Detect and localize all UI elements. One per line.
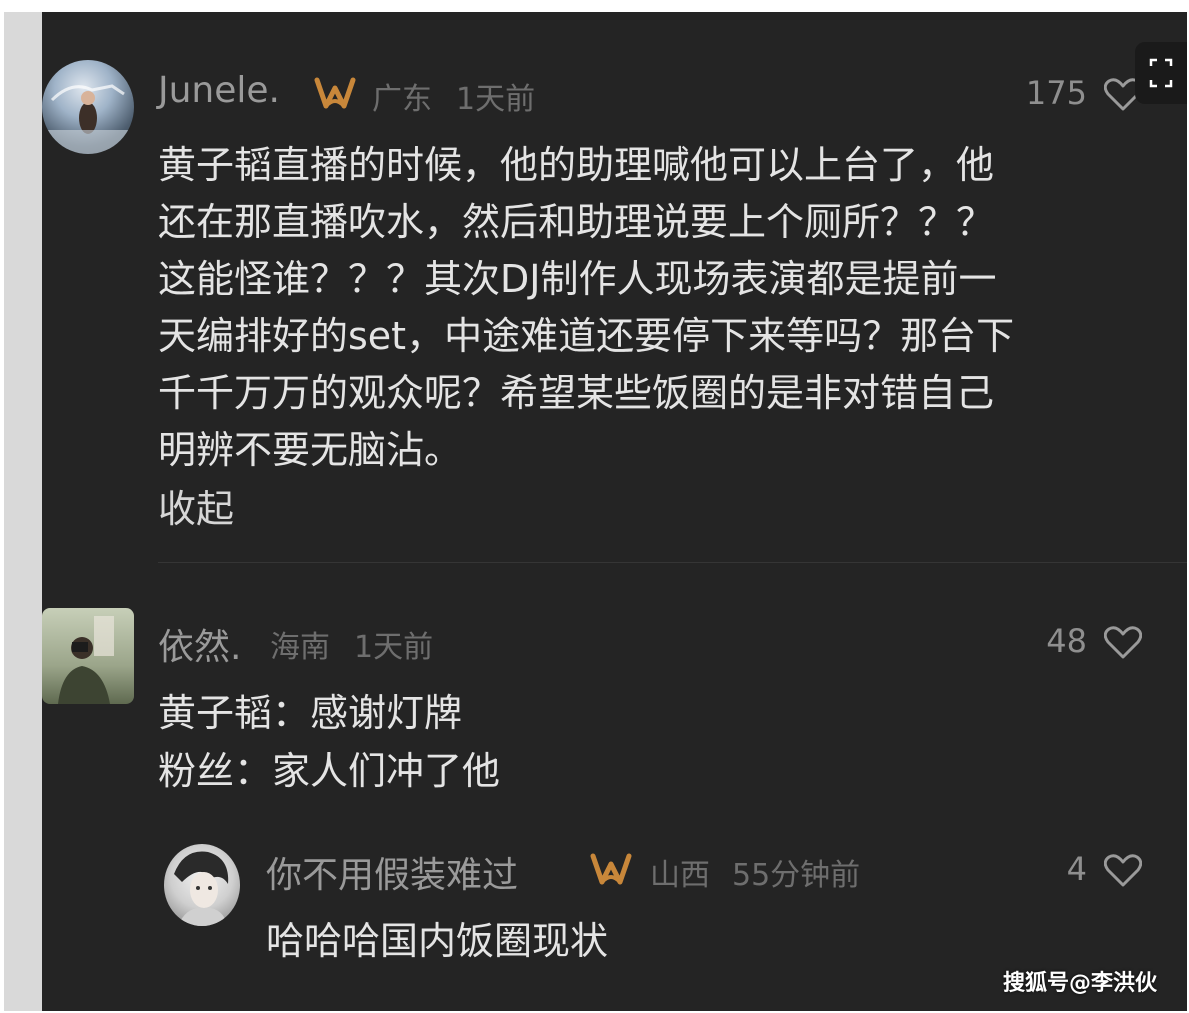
timestamp: 1天前 bbox=[456, 82, 536, 117]
like-count: 175 bbox=[1025, 74, 1087, 112]
avatar[interactable] bbox=[164, 844, 240, 926]
timestamp: 55分钟前 bbox=[732, 858, 861, 893]
divider bbox=[158, 562, 1187, 563]
comment-screenshot: Junele. 广东 1天前 175 黄子韬直播的时候，他的助理喊他可以上台了，… bbox=[4, 12, 1187, 1011]
like-count: 48 bbox=[1046, 622, 1087, 660]
location: 山西 bbox=[650, 858, 710, 893]
comment-line: 黄子韬：感谢灯牌 bbox=[158, 691, 463, 735]
location: 广东 bbox=[372, 82, 432, 117]
fullscreen-icon bbox=[1149, 58, 1173, 88]
comment-line: 这能怪谁？？？其次DJ制作人现场表演都是提前一 bbox=[158, 257, 997, 301]
comment-line: 千千万万的观众呢？希望某些饭圈的是非对错自己 bbox=[158, 371, 995, 415]
collapse-link[interactable]: 收起 bbox=[158, 478, 234, 533]
comment-line: 天编排好的set，中途难道还要停下来等吗？那台下 bbox=[158, 314, 1015, 358]
username[interactable]: 依然. bbox=[158, 618, 241, 670]
avatar[interactable] bbox=[42, 608, 134, 704]
username[interactable]: Junele. bbox=[158, 70, 280, 111]
side-strip bbox=[4, 12, 42, 1011]
like-count: 4 bbox=[1066, 850, 1087, 888]
comment-line: 哈哈哈国内饭圈现状 bbox=[266, 919, 609, 963]
location: 海南 bbox=[270, 630, 330, 665]
avatar[interactable] bbox=[42, 60, 134, 154]
heart-icon[interactable] bbox=[1103, 854, 1143, 892]
heart-icon[interactable] bbox=[1103, 626, 1143, 664]
comment-line: 粉丝：家人们冲了他 bbox=[158, 749, 501, 793]
vip-badge-icon bbox=[314, 76, 356, 114]
comment-line: 还在那直播吹水，然后和助理说要上个厕所？？？ bbox=[158, 200, 995, 244]
comment-line: 黄子韬直播的时候，他的助理喊他可以上台了，他 bbox=[158, 143, 995, 187]
comment-line: 明辨不要无脑沾。 bbox=[158, 428, 463, 472]
watermark: 搜狐号@李洪伙 bbox=[1002, 971, 1157, 996]
username[interactable]: 你不用假装难过 bbox=[266, 846, 518, 898]
vip-badge-icon bbox=[590, 852, 632, 890]
fullscreen-button[interactable] bbox=[1135, 42, 1187, 104]
timestamp: 1天前 bbox=[354, 630, 434, 665]
